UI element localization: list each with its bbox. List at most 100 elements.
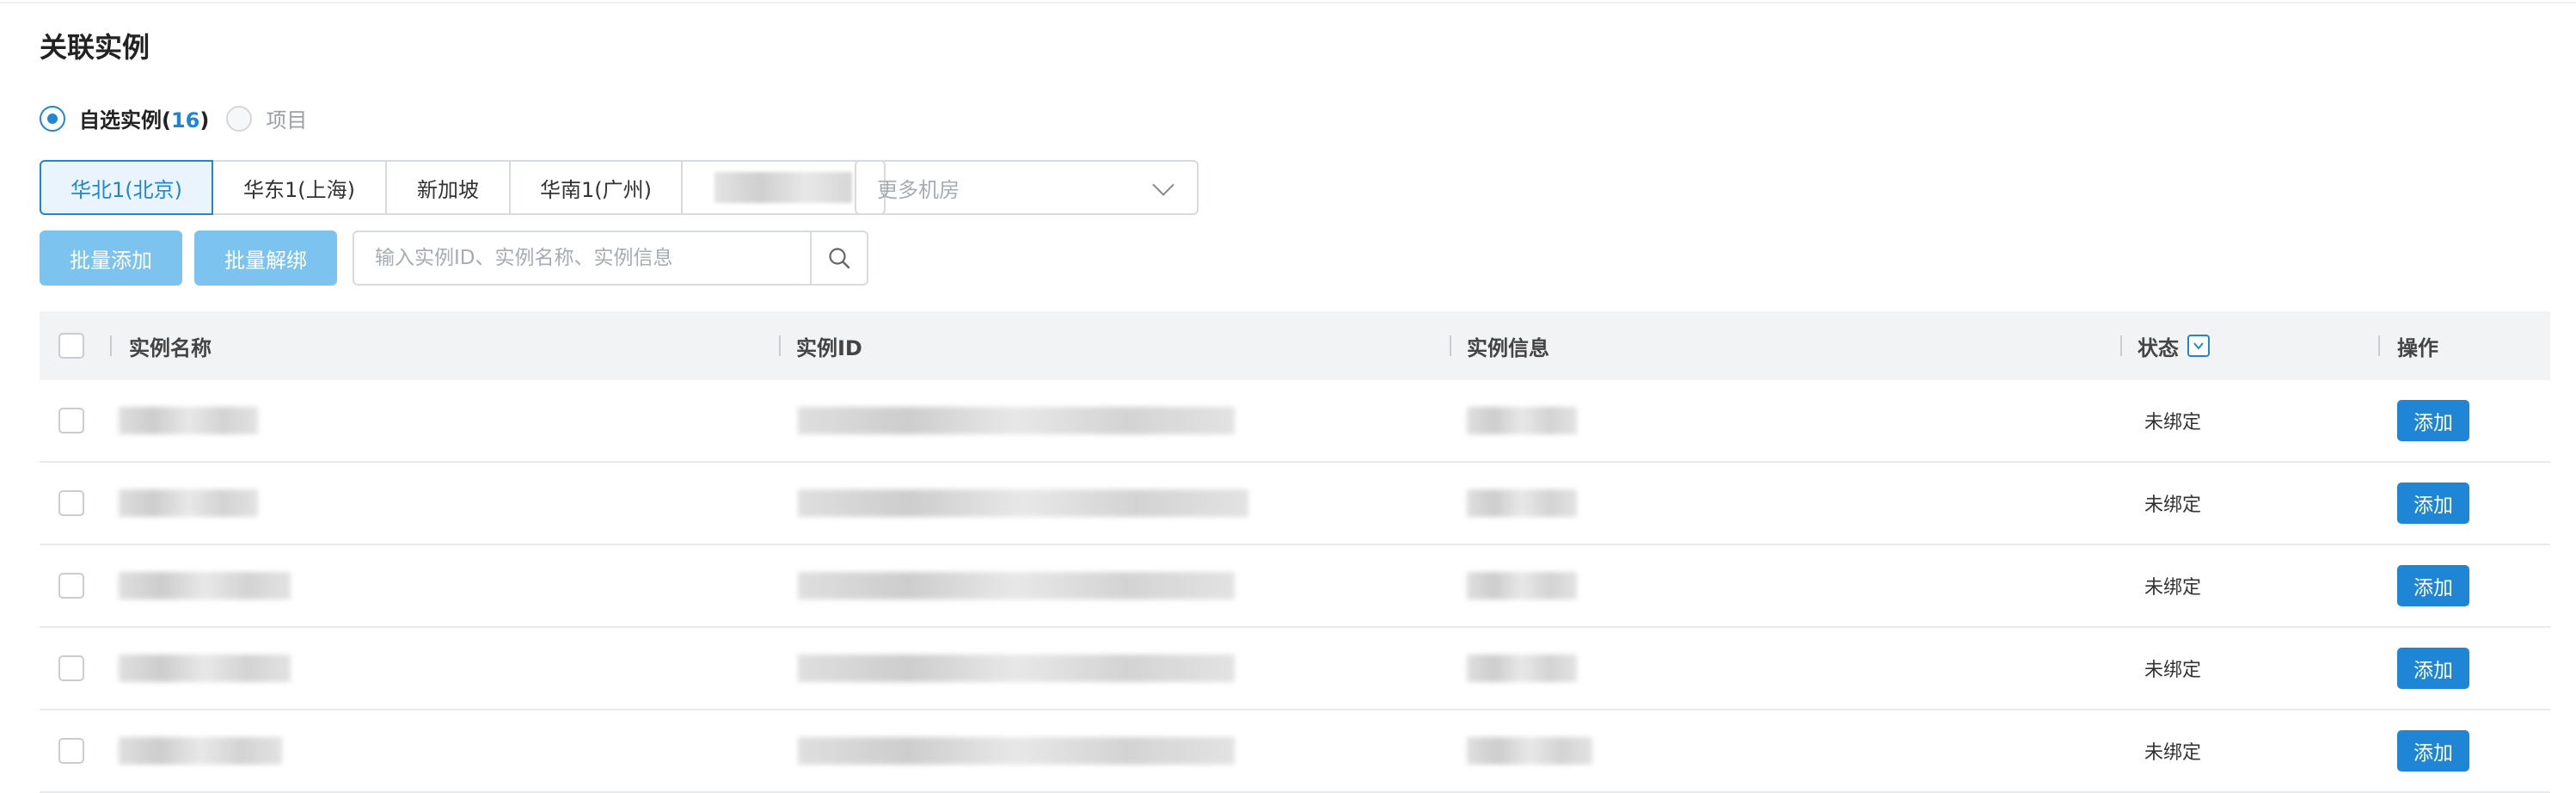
instance-info-cell [1467, 628, 1577, 709]
instance-id-cell [798, 545, 1235, 626]
table-row: 未绑定 添加 [40, 545, 2550, 628]
instance-count: 16 [170, 108, 200, 132]
select-all-checkbox[interactable] [58, 333, 84, 359]
redacted-instance-name [119, 655, 291, 682]
row-select-cell [58, 463, 84, 544]
row-checkbox[interactable] [58, 573, 84, 599]
action-cell: 添加 [2397, 710, 2469, 791]
status-text: 未绑定 [2144, 660, 2202, 681]
instance-table: 实例名称 实例ID 实例信息 状态 操作 未绑定 添加 未绑定 添加 未绑定 添… [40, 311, 2550, 793]
redacted-region-label [715, 172, 852, 203]
tab-region-shanghai[interactable]: 华东1(上海) [212, 160, 387, 215]
redacted-instance-id [798, 737, 1235, 765]
row-checkbox[interactable] [58, 738, 84, 764]
batch-unbind-button[interactable]: 批量解绑 [194, 231, 337, 286]
header-instance-name: 实例名称 [129, 335, 212, 360]
header-status-cell: 状态 [2137, 311, 2210, 380]
column-divider [1450, 335, 1451, 356]
instance-info-cell [1467, 710, 1592, 791]
redacted-instance-info [1467, 572, 1577, 599]
table-row: 未绑定 添加 [40, 463, 2550, 545]
status-text: 未绑定 [2144, 495, 2202, 516]
add-button[interactable]: 添加 [2397, 483, 2469, 524]
instance-info-cell [1467, 545, 1577, 626]
instance-id-cell [798, 463, 1248, 544]
add-button[interactable]: 添加 [2397, 648, 2469, 689]
status-text: 未绑定 [2144, 577, 2202, 599]
row-select-cell [58, 380, 84, 461]
instance-name-cell [119, 463, 258, 544]
section-title: 关联实例 [40, 31, 150, 64]
redacted-instance-id [798, 407, 1235, 434]
column-divider [2378, 335, 2380, 356]
instance-id-cell [798, 380, 1235, 461]
action-cell: 添加 [2397, 463, 2469, 544]
add-button[interactable]: 添加 [2397, 730, 2469, 771]
filter-icon[interactable] [2187, 335, 2210, 357]
redacted-instance-info [1467, 655, 1577, 682]
row-select-cell [58, 545, 84, 626]
radio-project[interactable] [226, 105, 253, 132]
redacted-instance-name [119, 737, 282, 765]
top-divider [0, 2, 2576, 3]
status-text: 未绑定 [2144, 412, 2202, 433]
search-box [353, 231, 868, 286]
row-select-cell [58, 628, 84, 709]
header-cell-select [58, 311, 84, 380]
radio-custom-instances[interactable] [40, 105, 65, 132]
row-select-cell [58, 710, 84, 791]
table-row: 未绑定 添加 [40, 380, 2550, 463]
search-button[interactable] [810, 232, 867, 284]
row-checkbox[interactable] [58, 655, 84, 681]
selection-mode-group: 自选实例(16) 项目 [40, 103, 307, 133]
instance-info-cell [1467, 380, 1577, 461]
tab-region-guangzhou[interactable]: 华南1(广州) [509, 160, 683, 215]
instance-info-cell [1467, 463, 1577, 544]
radio-project-label[interactable]: 项目 [266, 103, 307, 133]
instance-name-cell [119, 380, 258, 461]
row-checkbox[interactable] [58, 408, 84, 433]
redacted-instance-info [1467, 737, 1592, 765]
table-row: 未绑定 添加 [40, 628, 2550, 710]
column-divider [110, 335, 112, 356]
table-header: 实例名称 实例ID 实例信息 状态 操作 [40, 311, 2550, 380]
tab-region-beijing[interactable]: 华北1(北京) [40, 160, 213, 215]
status-text: 未绑定 [2144, 742, 2202, 764]
action-cell: 添加 [2397, 545, 2469, 626]
search-input[interactable] [354, 233, 810, 283]
column-divider [2120, 335, 2122, 356]
redacted-instance-id [798, 572, 1235, 599]
instance-name-cell [119, 628, 291, 709]
search-icon [829, 248, 850, 269]
more-regions-placeholder: 更多机房 [877, 177, 960, 202]
redacted-instance-info [1467, 407, 1577, 434]
filter-chevron-icon [2193, 342, 2204, 350]
redacted-instance-id [798, 655, 1235, 682]
redacted-instance-name [119, 572, 291, 599]
redacted-instance-info [1467, 489, 1577, 517]
action-cell: 添加 [2397, 628, 2469, 709]
instance-name-cell [119, 545, 291, 626]
tab-region-singapore[interactable]: 新加坡 [385, 160, 511, 215]
chevron-down-icon [1152, 174, 1175, 196]
header-instance-id: 实例ID [796, 335, 862, 360]
radio-custom-label[interactable]: 自选实例(16) [79, 103, 209, 133]
batch-add-button[interactable]: 批量添加 [40, 231, 182, 286]
table-row: 未绑定 添加 [40, 710, 2550, 793]
header-action: 操作 [2397, 335, 2438, 360]
add-button[interactable]: 添加 [2397, 565, 2469, 606]
instance-name-cell [119, 710, 282, 791]
row-checkbox[interactable] [58, 490, 84, 516]
instance-id-cell [798, 628, 1235, 709]
redacted-instance-name [119, 489, 258, 517]
redacted-instance-name [119, 407, 258, 434]
redacted-instance-id [798, 489, 1248, 517]
column-divider [779, 335, 781, 356]
add-button[interactable]: 添加 [2397, 400, 2469, 441]
action-cell: 添加 [2397, 380, 2469, 461]
header-instance-info: 实例信息 [1467, 335, 1549, 360]
instance-id-cell [798, 710, 1235, 791]
header-status: 状态 [2137, 335, 2179, 360]
more-regions-select[interactable]: 更多机房 [855, 160, 1199, 215]
region-tabs: 华北1(北京) 华东1(上海) 新加坡 华南1(广州) [40, 160, 886, 215]
